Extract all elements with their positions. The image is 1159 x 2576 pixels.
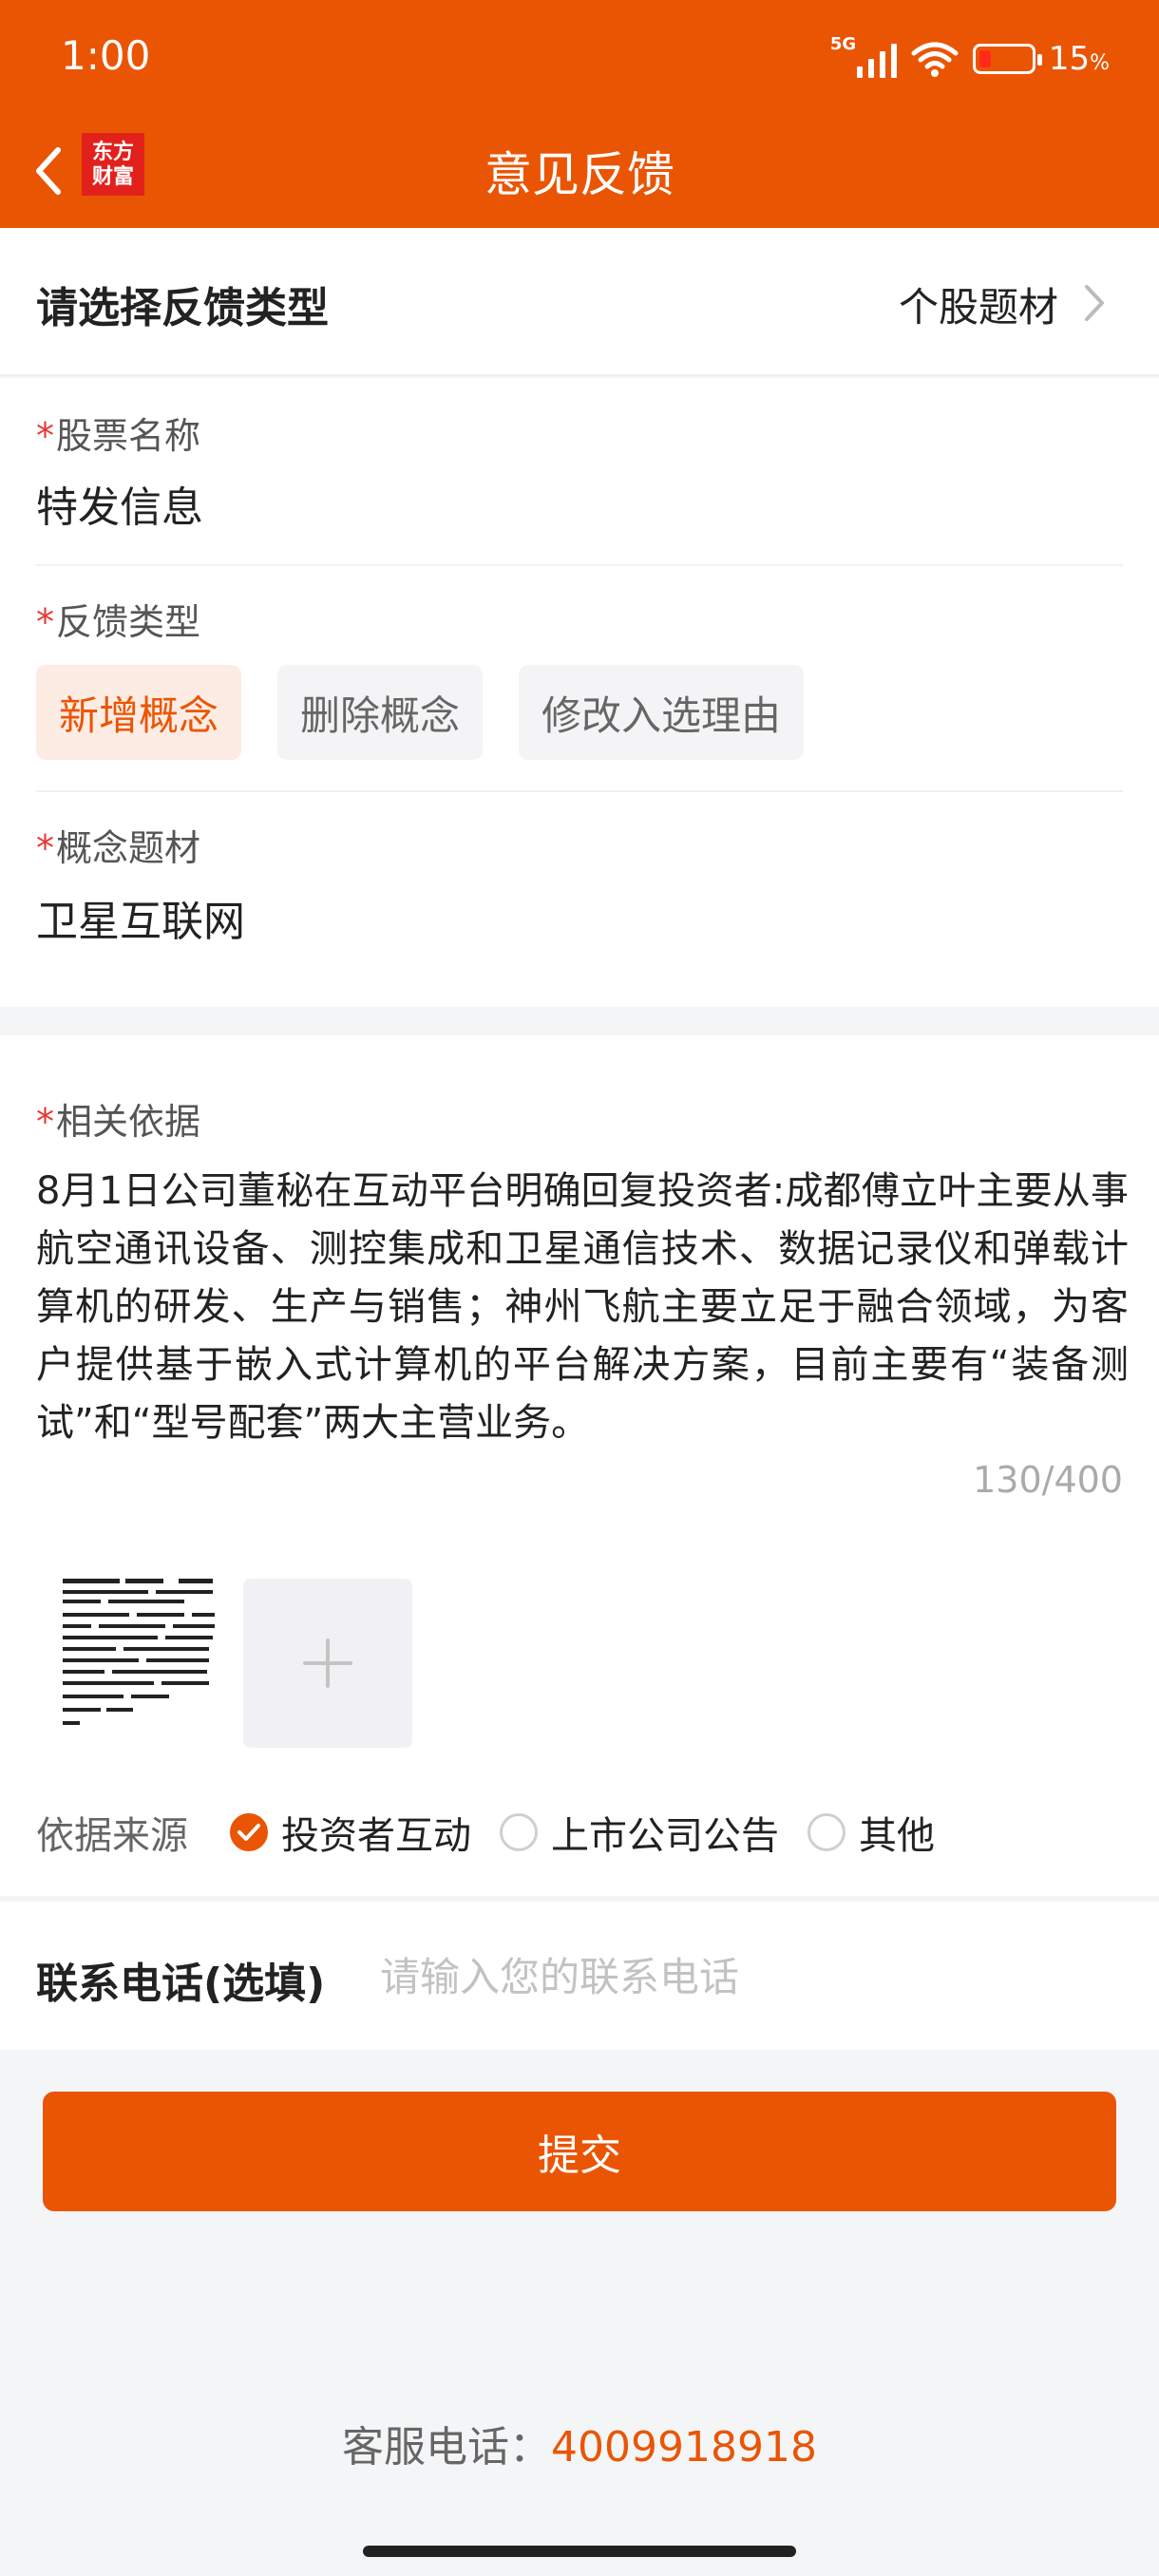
service-phone-link[interactable]: 4009918918 [551,2423,817,2472]
radio-unchecked [500,1813,538,1851]
feedback-type-value: 个股题材 [898,284,1058,331]
wifi-icon [911,42,959,77]
title-bar: 东方 财富 意见反馈 [0,114,1159,228]
source-label: 依据来源 [36,1814,188,1858]
basis-label: *相关依据 [36,1101,201,1143]
phone-row: 联系电话(选填) [0,1902,1159,2050]
radio-checked [230,1813,268,1851]
add-image-button[interactable] [243,1579,412,1748]
divider [36,790,1123,792]
chip-modify-reason[interactable]: 修改入选理由 [519,665,805,760]
service-label: 客服电话： [342,2423,552,2472]
basis-textarea[interactable]: 8月1日公司董秘在互动平台明确回复投资者:成都傅立叶主要从事航空通讯设备、测控集… [36,1163,1129,1452]
feedback-type-row[interactable]: 请选择反馈类型 个股题材 [0,228,1159,376]
concept-value[interactable]: 卫星互联网 [36,887,245,948]
check-icon [238,1824,260,1841]
status-time: 1:00 [61,32,151,79]
source-radio-group: 依据来源 投资者互动 上市公司公告 其他 [36,1805,963,1860]
phone-input[interactable] [380,1943,1121,2010]
form-section-basic: *股票名称 特发信息 *反馈类型 新增概念 删除概念 修改入选理由 *概念题材 … [0,378,1159,1007]
radio-unchecked [808,1813,846,1851]
battery-percent: 15% [1048,40,1110,78]
plus-icon [303,1638,352,1688]
divider [36,564,1123,566]
phone-label: 联系电话(选填) [36,1960,326,2008]
form-section-basis: *相关依据 8月1日公司董秘在互动平台明确回复投资者:成都傅立叶主要从事航空通讯… [0,1035,1159,1896]
network-type: 5G [829,34,857,54]
radio-investor-interaction[interactable]: 投资者互动 [230,1805,471,1860]
signal-icon: 5G [830,34,897,78]
page-title: 意见反馈 [484,147,674,202]
chevron-right-icon [1085,285,1104,321]
section-gap [0,1007,1159,1035]
status-icons: 5G 15% [830,30,1110,87]
feedback-kind-options: 新增概念 删除概念 修改入选理由 [36,665,805,760]
stock-name-label: *股票名称 [36,415,201,457]
battery-icon [972,44,1042,74]
char-counter: 130/400 [973,1459,1123,1501]
feedback-page: 1:00 5G 15% 东方 财富 意见反馈 请选择反馈类型 个股题材 *股票名… [0,0,1159,2576]
chip-delete-concept[interactable]: 删除概念 [277,665,484,760]
feedback-type-label: 请选择反馈类型 [36,284,329,332]
header: 1:00 5G 15% 东方 财富 意见反馈 [0,0,1159,228]
stock-name-value[interactable]: 特发信息 [36,473,203,534]
radio-other[interactable]: 其他 [808,1805,935,1860]
attachment-thumbnail[interactable] [57,1571,228,1742]
radio-company-announcement[interactable]: 上市公司公告 [500,1805,779,1860]
home-indicator[interactable] [363,2546,796,2557]
feedback-kind-label: *反馈类型 [36,601,201,643]
customer-service: 客服电话：4009918918 [0,2413,1159,2473]
submit-button[interactable]: 提交 [43,2092,1116,2211]
status-bar: 1:00 5G 15% [0,0,1159,114]
chip-add-concept[interactable]: 新增概念 [36,665,242,760]
concept-label: *概念题材 [36,827,201,869]
